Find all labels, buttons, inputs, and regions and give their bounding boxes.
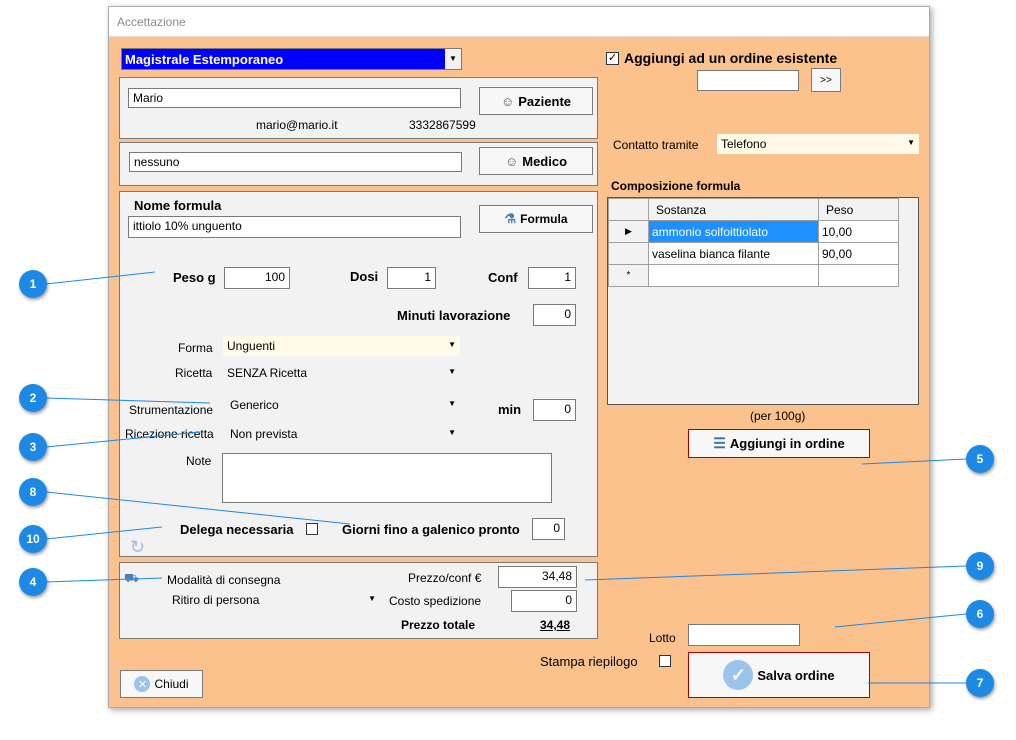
callout-8: 8 [19,478,47,506]
callout-lines [45,271,967,684]
callout-line-4 [45,577,163,583]
callout-1: 1 [19,270,47,298]
callout-line-2 [45,397,211,404]
callout-line-9 [584,565,967,581]
callout-line-8 [45,491,351,525]
callout-5: 5 [966,445,994,473]
callout-line-10 [45,526,163,540]
callout-7: 7 [966,669,994,697]
callout-9: 9 [966,552,994,580]
callout-10: 10 [19,525,47,553]
callout-4: 4 [19,568,47,596]
callout-line-1 [45,271,156,285]
callout-6: 6 [966,600,994,628]
callout-2: 2 [19,384,47,412]
callout-3: 3 [19,433,47,461]
callout-line-6 [834,613,967,628]
callout-line-3 [45,431,201,448]
callout-line-5 [861,458,967,465]
